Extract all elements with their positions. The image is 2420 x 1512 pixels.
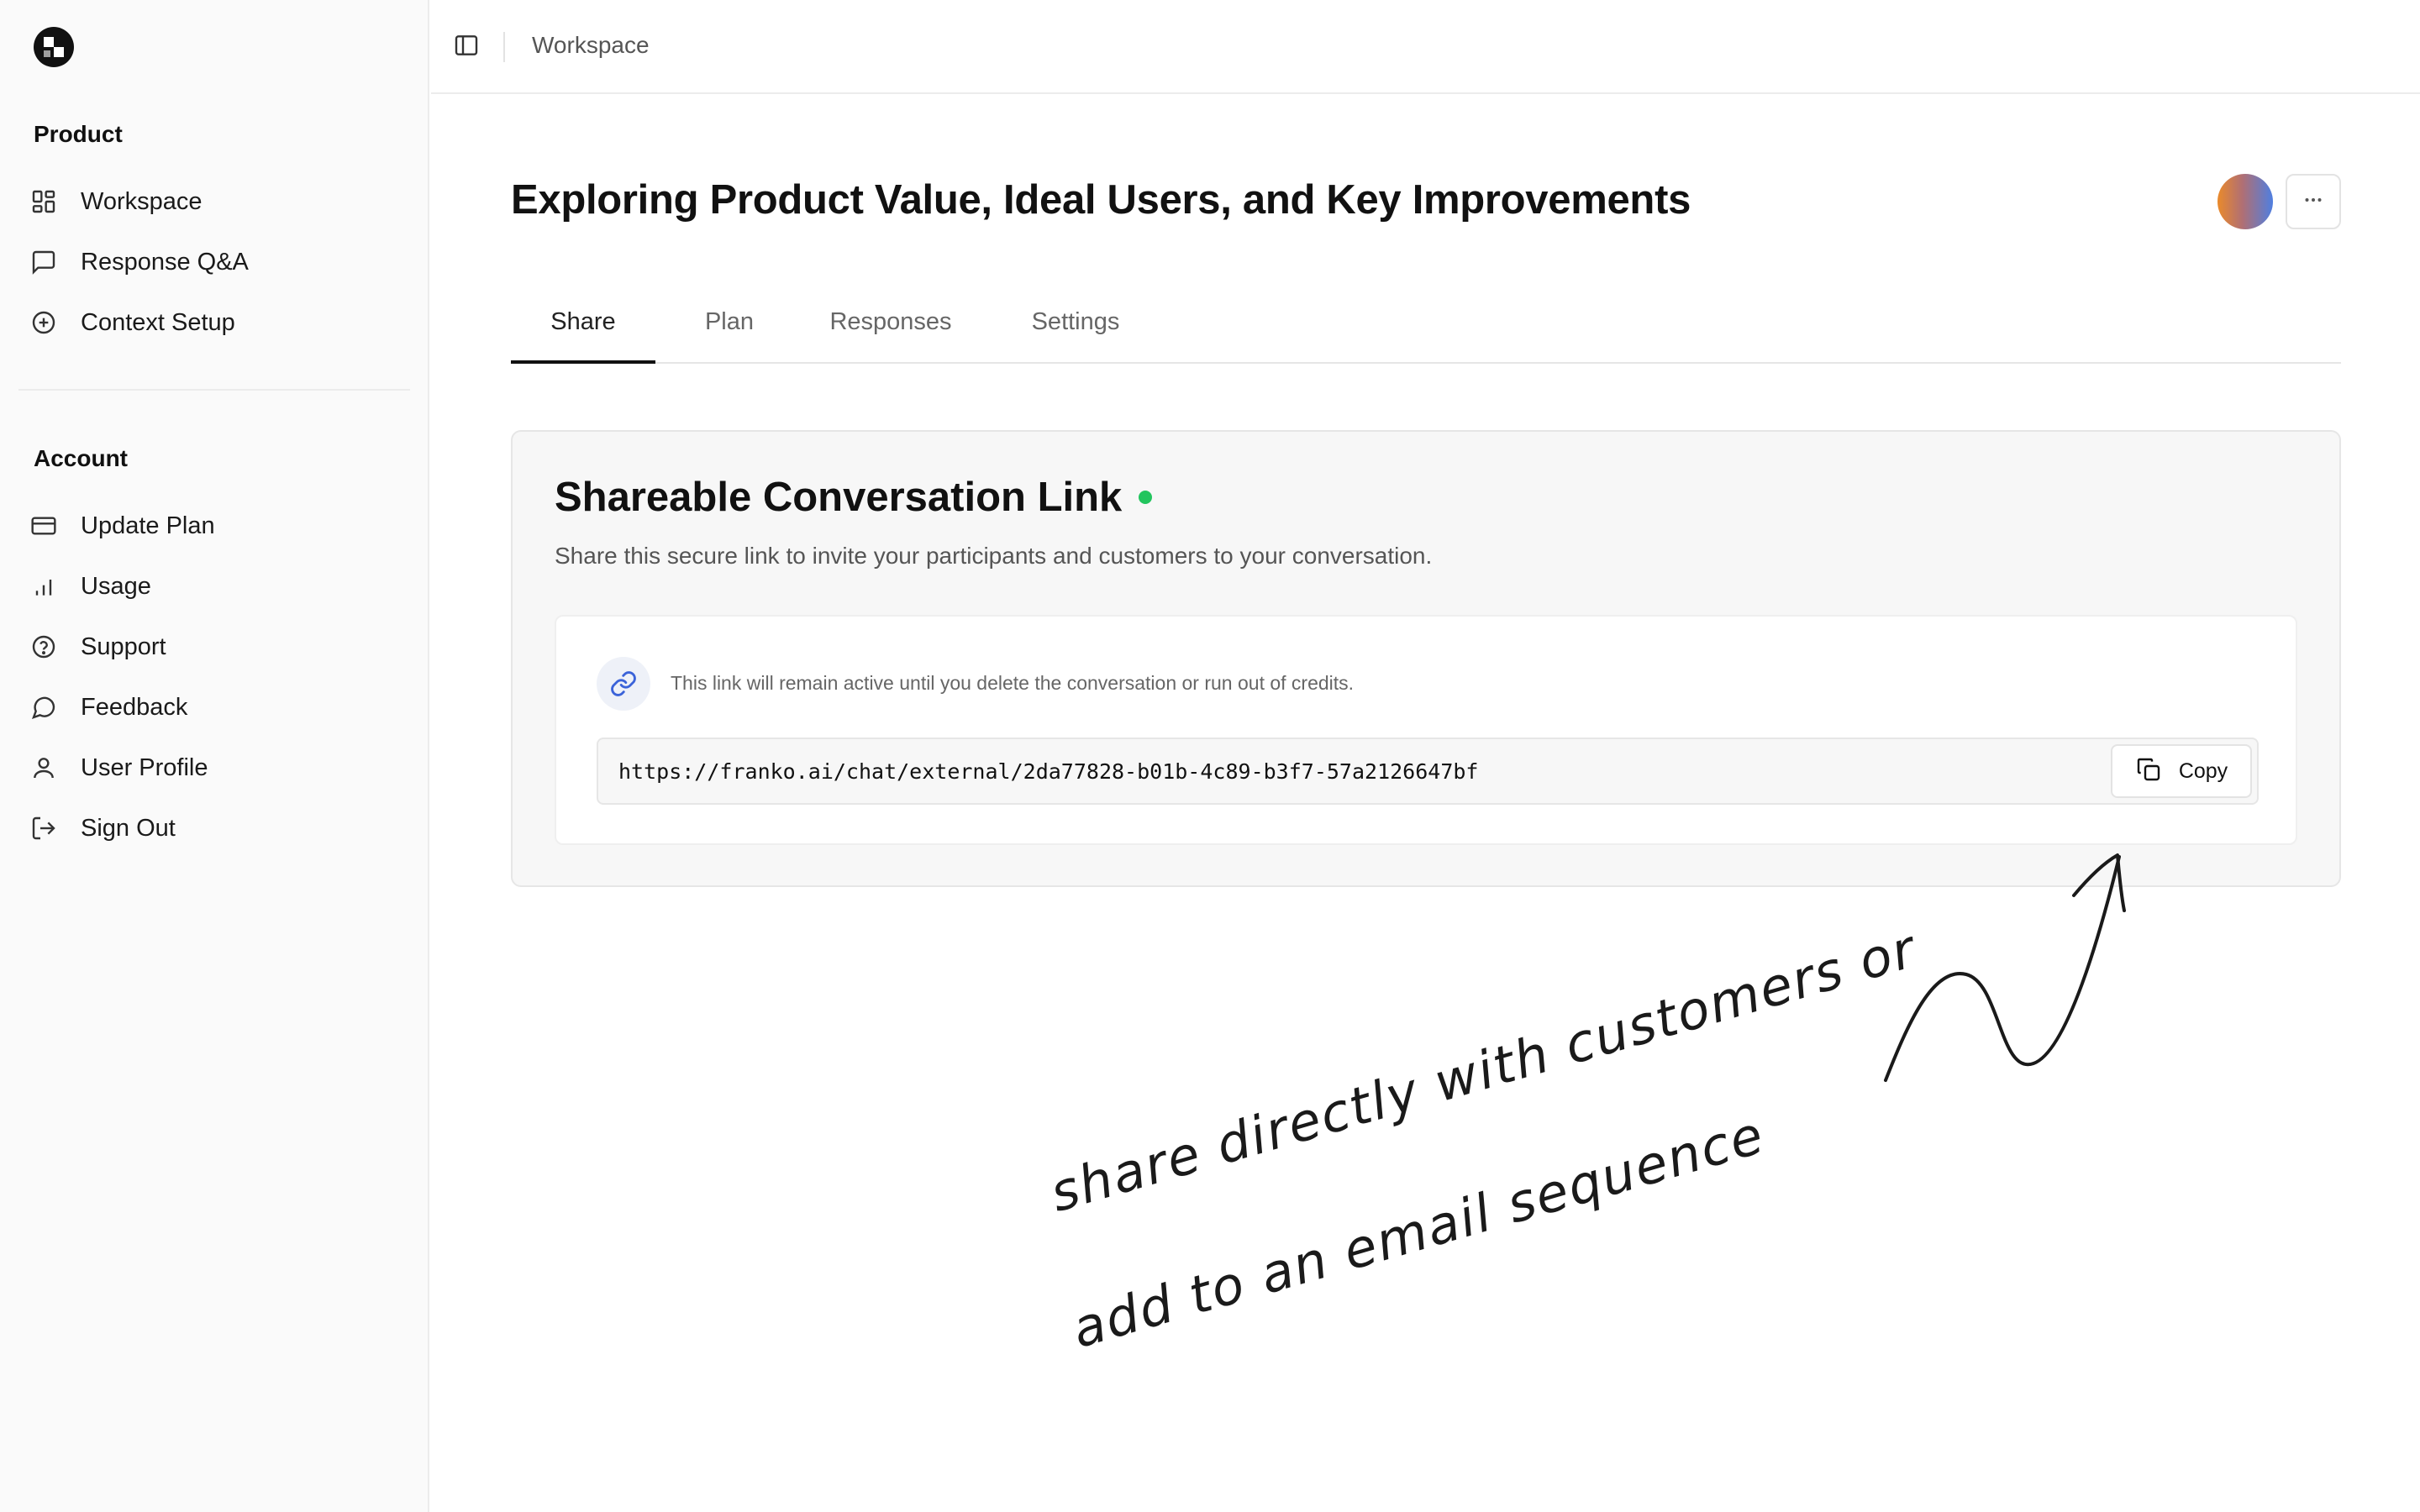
copy-button[interactable]: Copy bbox=[2111, 744, 2252, 798]
share-url-text[interactable]: https://franko.ai/chat/external/2da77828… bbox=[618, 759, 1479, 784]
sidebar-item-response-qa[interactable]: Response Q&A bbox=[18, 237, 410, 287]
help-circle-icon bbox=[22, 622, 66, 672]
sidebar: Product Workspace Response Q&A Context S… bbox=[0, 0, 429, 1512]
tab-settings[interactable]: Settings bbox=[1000, 298, 1151, 364]
sidebar-item-user-profile[interactable]: User Profile bbox=[18, 743, 410, 793]
page-title: Exploring Product Value, Ideal Users, an… bbox=[511, 177, 1691, 223]
credit-card-icon bbox=[22, 501, 66, 551]
avatar[interactable] bbox=[2217, 174, 2273, 229]
app-logo[interactable] bbox=[32, 25, 76, 69]
sidebar-item-label: Response Q&A bbox=[81, 248, 249, 276]
bar-chart-icon bbox=[22, 561, 66, 612]
link-panel: This link will remain active until you d… bbox=[555, 615, 2297, 845]
share-link-card: Shareable Conversation Link Share this s… bbox=[511, 430, 2341, 887]
breadcrumb[interactable]: Workspace bbox=[532, 32, 650, 59]
top-bar: Workspace bbox=[431, 0, 2420, 94]
sidebar-item-workspace[interactable]: Workspace bbox=[18, 176, 410, 227]
tab-label: Settings bbox=[1031, 308, 1120, 335]
section-label-product: Product bbox=[34, 121, 123, 147]
sidebar-item-support[interactable]: Support bbox=[18, 622, 410, 672]
sidebar-item-label: Feedback bbox=[81, 693, 188, 721]
sidebar-item-label: Workspace bbox=[81, 187, 203, 215]
plus-circle-icon bbox=[22, 297, 66, 348]
copy-label: Copy bbox=[2178, 759, 2228, 783]
sidebar-divider bbox=[18, 389, 410, 391]
log-out-icon bbox=[22, 803, 66, 853]
sidebar-item-label: Support bbox=[81, 633, 166, 660]
card-description: Share this secure link to invite your pa… bbox=[555, 543, 1433, 569]
share-url-field[interactable]: https://franko.ai/chat/external/2da77828… bbox=[597, 738, 2259, 805]
tab-responses[interactable]: Responses bbox=[807, 298, 975, 364]
copy-icon bbox=[2135, 756, 2179, 787]
link-note: This link will remain active until you d… bbox=[671, 672, 1355, 694]
grid-icon bbox=[22, 176, 66, 227]
tab-share[interactable]: Share bbox=[511, 298, 655, 364]
annotation-line-1: share directly with customers or bbox=[1043, 917, 1923, 1224]
more-horizontal-icon bbox=[2301, 187, 2326, 217]
sidebar-item-feedback[interactable]: Feedback bbox=[18, 682, 410, 732]
message-circle-icon bbox=[22, 682, 66, 732]
sidebar-item-label: Sign Out bbox=[81, 814, 176, 842]
sidebar-item-sign-out[interactable]: Sign Out bbox=[18, 803, 410, 853]
more-options-button[interactable] bbox=[2286, 174, 2341, 229]
sidebar-item-usage[interactable]: Usage bbox=[18, 561, 410, 612]
tab-label: Plan bbox=[704, 308, 755, 335]
sidebar-item-context-setup[interactable]: Context Setup bbox=[18, 297, 410, 348]
panel-left-icon bbox=[453, 32, 480, 63]
sidebar-item-update-plan[interactable]: Update Plan bbox=[18, 501, 410, 551]
topbar-divider bbox=[503, 32, 505, 62]
tab-label: Share bbox=[550, 308, 616, 335]
card-title-text: Shareable Conversation Link bbox=[555, 475, 1123, 520]
sidebar-toggle-button[interactable] bbox=[448, 29, 485, 66]
card-title: Shareable Conversation Link bbox=[555, 474, 1153, 521]
link-icon bbox=[597, 657, 650, 711]
tab-label: Responses bbox=[829, 308, 952, 335]
status-dot bbox=[1139, 491, 1153, 504]
sidebar-item-label: Context Setup bbox=[81, 308, 235, 336]
section-label-account: Account bbox=[34, 445, 128, 471]
user-icon bbox=[22, 743, 66, 793]
message-square-icon bbox=[22, 237, 66, 287]
tab-plan[interactable]: Plan bbox=[679, 298, 780, 364]
sidebar-item-label: User Profile bbox=[81, 753, 208, 781]
sidebar-item-label: Update Plan bbox=[81, 512, 215, 539]
sidebar-item-label: Usage bbox=[81, 572, 151, 600]
tab-bar: Share Plan Responses Settings bbox=[511, 298, 2341, 364]
